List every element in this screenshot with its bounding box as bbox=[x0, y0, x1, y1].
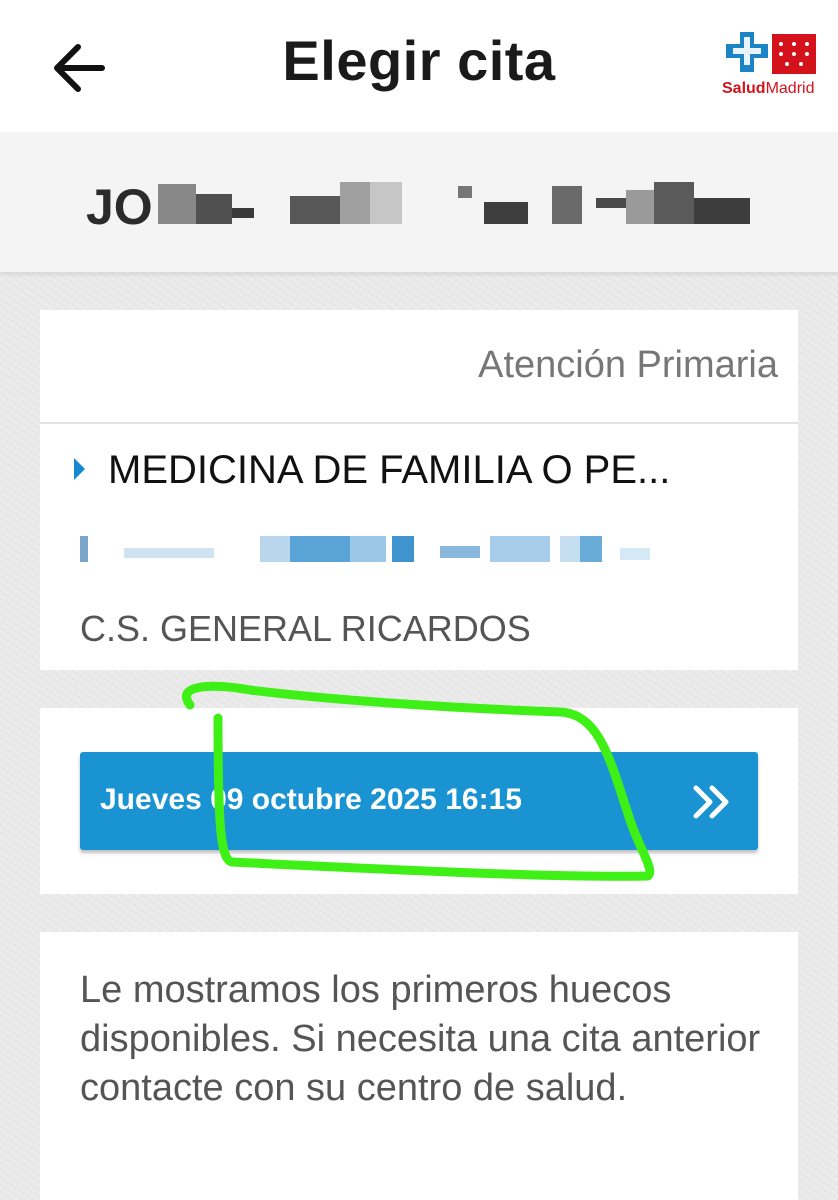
patient-name: JO bbox=[86, 179, 153, 235]
specialty-name: MEDICINA DE FAMILIA O PE... bbox=[108, 448, 671, 492]
pixelated-doctor-name bbox=[80, 536, 650, 562]
slot-datetime-label: Jueves 09 octubre 2025 16:15 bbox=[100, 783, 522, 816]
health-center-name: C.S. GENERAL RICARDOS bbox=[80, 608, 531, 649]
availability-notice: Le mostramos los primeros huecos disponi… bbox=[80, 969, 761, 1109]
notice-card: Le mostramos los primeros huecos disponi… bbox=[40, 932, 798, 1200]
caret-right-icon bbox=[74, 458, 85, 480]
salud-madrid-logo: SaludMadrid bbox=[722, 30, 818, 100]
salud-madrid-emblem-icon bbox=[726, 32, 816, 74]
service-type-label: Atención Primaria bbox=[478, 344, 778, 386]
page-title: Elegir cita bbox=[282, 29, 556, 92]
first-available-slot-button[interactable]: Jueves 09 octubre 2025 16:15 bbox=[80, 752, 758, 850]
card-divider bbox=[40, 422, 798, 424]
app-bar: Elegir cita SaludMadrid bbox=[0, 0, 838, 132]
logo-wordmark: SaludMadrid bbox=[722, 80, 815, 97]
slot-card: Jueves 09 octubre 2025 16:15 bbox=[40, 708, 798, 894]
double-chevron-right-icon bbox=[693, 785, 729, 819]
appointment-info-card: Atención Primaria MEDICINA DE FAMILIA O … bbox=[40, 310, 798, 670]
patient-name-band: JO bbox=[0, 132, 838, 273]
